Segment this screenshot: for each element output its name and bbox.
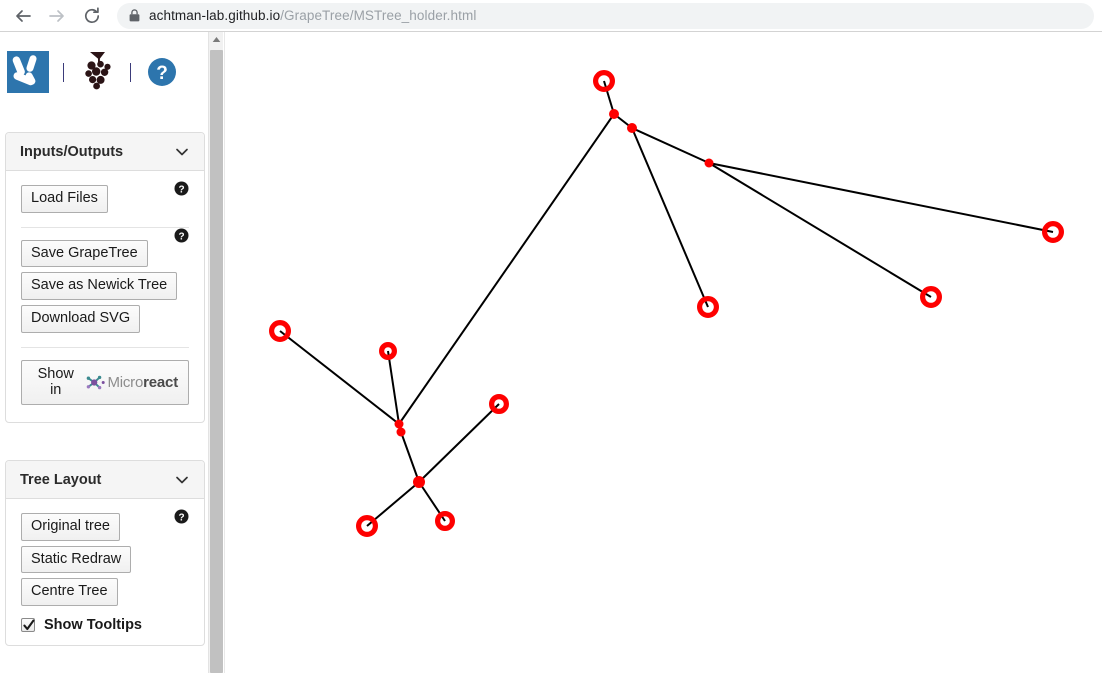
panel-title-inputs-outputs: Inputs/Outputs [20, 143, 124, 160]
tree-node-internal[interactable] [704, 158, 714, 168]
help-icon[interactable]: ? [174, 181, 189, 196]
microreact-wordmark-dark: react [143, 373, 178, 391]
reload-icon [84, 6, 100, 23]
centre-tree-button[interactable]: Centre Tree [21, 578, 118, 607]
lock-icon [129, 9, 140, 22]
static-redraw-button[interactable]: Static Redraw [21, 545, 132, 574]
tree-canvas[interactable] [224, 32, 1102, 673]
page-body: ? Inputs/Outputs ? Load Files ? Save Gra… [0, 32, 1102, 673]
microreact-logo: Microreact [86, 374, 178, 391]
forward-button[interactable] [42, 1, 72, 31]
address-bar[interactable]: achtman-lab.github.io/GrapeTree/MSTree_h… [117, 2, 1094, 29]
help-button[interactable]: ? [147, 57, 177, 87]
tree-edge [279, 330, 400, 425]
tree-node-internal[interactable] [413, 476, 425, 488]
microreact-logo-icon [87, 375, 106, 390]
tree-edge [708, 162, 932, 298]
tree-edge [387, 350, 400, 425]
logo-bar: ? [0, 32, 208, 112]
panel-tree-layout: Tree Layout ? Original tree Static Redra… [5, 460, 205, 647]
help-icon[interactable]: ? [174, 509, 189, 524]
help-icon[interactable]: ? [174, 228, 189, 243]
save-grapetree-button[interactable]: Save GrapeTree [21, 239, 148, 268]
sidebar: ? Inputs/Outputs ? Load Files ? Save Gra… [0, 32, 208, 673]
browser-toolbar: achtman-lab.github.io/GrapeTree/MSTree_h… [0, 0, 1102, 32]
panel-body-tree-layout: ? Original tree Static Redraw Centre Tre… [6, 499, 204, 645]
tree-node-internal[interactable] [394, 419, 404, 429]
scrollbar-thumb[interactable] [210, 50, 223, 673]
tree-edge [398, 113, 615, 425]
enterobase-logo[interactable] [7, 51, 49, 93]
svg-text:?: ? [178, 512, 184, 523]
microreact-wordmark-light: Micro [107, 373, 144, 391]
show-in-microreact-button[interactable]: Show in Microreact [21, 359, 189, 406]
chevron-down-icon[interactable] [174, 472, 190, 488]
reload-button[interactable] [77, 1, 107, 31]
download-svg-button[interactable]: Download SVG [21, 305, 141, 333]
original-tree-button[interactable]: Original tree [21, 513, 120, 541]
group-save: ? Save GrapeTree Save as Newick Tree Dow… [21, 226, 189, 338]
grapetree-logo[interactable] [78, 50, 116, 94]
panel-header-tree-layout[interactable]: Tree Layout [6, 461, 204, 499]
tree-edge [631, 127, 709, 308]
sidebar-scrollbar[interactable] [208, 32, 223, 673]
panel-inputs-outputs: Inputs/Outputs ? Load Files ? Save Grape… [5, 132, 205, 424]
logo-divider-1 [63, 62, 64, 82]
microreact-wordmark: Microreact [107, 374, 178, 391]
back-button[interactable] [8, 1, 38, 31]
grape-icon [85, 52, 111, 90]
logo-divider-2 [130, 62, 131, 82]
panel-header-inputs-outputs[interactable]: Inputs/Outputs [6, 133, 204, 171]
arrow-right-icon [49, 9, 64, 22]
svg-text:?: ? [178, 184, 184, 195]
load-files-button[interactable]: Load Files [21, 185, 108, 213]
group-layout-buttons: ? Original tree Static Redraw Centre Tre… [6, 509, 204, 611]
checkmark-icon [23, 619, 35, 631]
tree-node-internal[interactable] [609, 109, 619, 119]
url-text: achtman-lab.github.io/GrapeTree/MSTree_h… [149, 8, 477, 23]
tree-edge [400, 431, 420, 483]
panel-body-inputs-outputs: ? Load Files ? Save GrapeTree Save as Ne… [6, 171, 204, 422]
arrow-left-icon [16, 9, 31, 22]
show-tooltips-label: Show Tooltips [44, 617, 142, 634]
panel-title-tree-layout: Tree Layout [20, 471, 102, 488]
bacteria-icon [7, 51, 49, 93]
tree-edge [708, 162, 1054, 233]
scroll-up-arrow-icon[interactable] [209, 32, 224, 47]
node-layer [268, 69, 1064, 538]
svg-text:?: ? [156, 63, 168, 84]
save-newick-button[interactable]: Save as Newick Tree [21, 272, 178, 301]
tree-edge [418, 403, 500, 483]
chevron-down-icon[interactable] [174, 144, 190, 160]
show-tooltips-checkbox[interactable] [21, 618, 35, 633]
help-circle-icon: ? [148, 58, 176, 86]
group-load: ? Load Files [6, 181, 204, 218]
tree-node-internal[interactable] [396, 427, 406, 437]
minimum-spanning-tree[interactable] [225, 32, 1102, 673]
tree-node-internal[interactable] [627, 123, 637, 133]
group-microreact: Show in Microreact [21, 346, 189, 410]
svg-text:?: ? [178, 231, 184, 242]
show-in-label: Show in [37, 365, 74, 399]
show-tooltips-row[interactable]: Show Tooltips [21, 617, 204, 633]
